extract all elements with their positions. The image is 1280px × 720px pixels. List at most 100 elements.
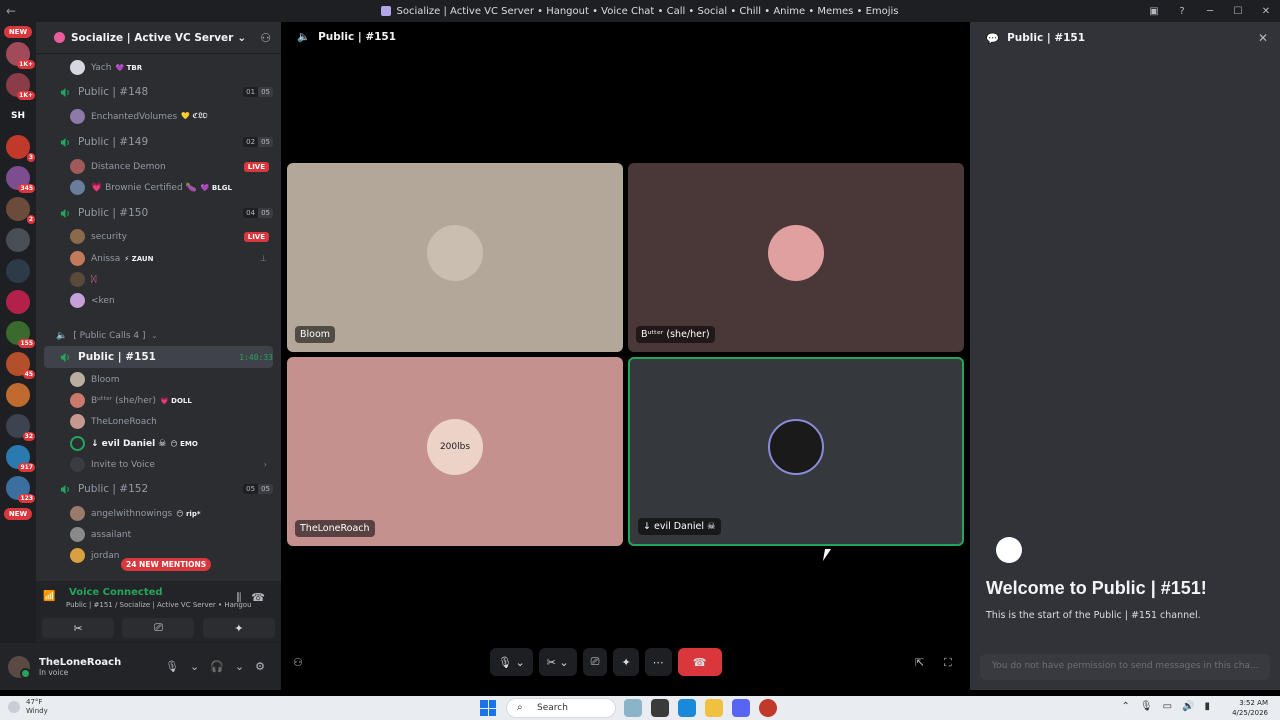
chat-bubble-icon [996, 537, 1022, 563]
new-badge-top: NEW [4, 26, 32, 38]
taskbar-clock[interactable]: 3:52 AM 4/25/2026 [1232, 698, 1268, 718]
camera-off-button[interactable]: ✂ [42, 618, 115, 638]
voice-member-speaking[interactable]: ↓ evil Daniel ☠ 😶 EMO [36, 433, 281, 454]
member-tag: ⚡ ZAUN [124, 254, 154, 263]
server-icon[interactable] [6, 259, 30, 283]
screen-share-button[interactable]: ⎚ [582, 648, 608, 676]
voice-channel-148[interactable]: Public | #148 01 05 [44, 81, 273, 103]
disconnect-icon[interactable]: ☎ [251, 591, 265, 605]
chevron-down-icon[interactable]: ⌄ [235, 660, 244, 673]
taskbar-search[interactable]: ⌕ Search [506, 698, 616, 718]
voice-member[interactable]: TheLoneRoach [36, 411, 281, 432]
battery-icon[interactable]: ▮ [1204, 701, 1210, 712]
user-count: 01 05 [243, 87, 273, 97]
inbox-icon[interactable]: ▣ [1140, 6, 1168, 17]
more-options-button[interactable]: ⋯ [644, 648, 672, 676]
voice-member[interactable]: Bloom [36, 369, 281, 390]
server-icon[interactable]: 123 [6, 476, 35, 503]
invite-to-voice[interactable]: Invite to Voice › [36, 454, 281, 475]
popout-icon[interactable]: ⇱ [915, 656, 924, 669]
chevron-down-icon[interactable]: ⌄ [190, 660, 199, 673]
mic-button[interactable]: 🎙 ⌄ [490, 648, 533, 676]
fullscreen-icon[interactable]: ⛶ [944, 656, 952, 670]
voice-member[interactable]: EnchantedVolumes 💛 ℭ𝔏𝔒 [36, 106, 281, 127]
user-avatar[interactable] [8, 655, 31, 679]
channel-start-text: This is the start of the Public | #151 c… [986, 610, 1201, 621]
weather-widget[interactable]: 47°F Windy [26, 698, 48, 716]
server-icon[interactable]: 1K+ [6, 42, 35, 69]
volume-icon[interactable]: 🔊 [1182, 701, 1194, 712]
close-window-button[interactable]: ✕ [1252, 6, 1280, 17]
message-input[interactable]: You do not have permission to send messa… [980, 654, 1270, 680]
server-icon[interactable] [6, 383, 30, 407]
voice-channel-149[interactable]: Public | #149 02 05 [44, 131, 273, 153]
voice-member[interactable]: security LIVE [36, 226, 281, 247]
video-tile[interactable]: 200lbs TheLoneRoach [287, 357, 623, 546]
close-icon[interactable]: ✕ [1258, 31, 1268, 45]
edge-icon[interactable] [678, 699, 696, 717]
app-icon[interactable] [624, 699, 642, 717]
help-icon[interactable]: ? [1168, 6, 1196, 17]
avatar [70, 251, 85, 266]
invite-people-icon[interactable]: ⚇ [293, 656, 303, 669]
add-member-icon[interactable]: ⚇ [260, 31, 271, 45]
mic-icon[interactable]: 🎙 [165, 660, 179, 673]
member-name: assailant [91, 529, 132, 540]
camera-button[interactable]: ✂ ⌄ [538, 648, 577, 676]
participant-avatar [768, 418, 824, 475]
minimize-button[interactable]: ─ [1196, 6, 1224, 17]
voice-member[interactable]: 💗 Brownie Certified 🍆 💜 BLGL [36, 177, 281, 198]
voice-channel-detail[interactable]: Public | #151 / Socialize | Active VC Se… [66, 601, 251, 609]
voice-member[interactable]: Distance Demon LIVE [36, 156, 281, 177]
voice-member[interactable]: <ken [36, 290, 281, 311]
server-icon[interactable]: 345 [6, 166, 35, 193]
screen-share-button[interactable]: ⎚ [122, 618, 195, 638]
windows-start-icon[interactable] [480, 700, 496, 716]
video-tile[interactable]: Bloom [287, 163, 623, 352]
maximize-button[interactable]: ☐ [1224, 6, 1252, 17]
headphones-icon[interactable]: 🎧 [210, 660, 224, 673]
task-view-icon[interactable] [651, 699, 669, 717]
member-name: security [91, 231, 127, 242]
server-icon[interactable]: 155 [6, 321, 35, 348]
server-icon[interactable]: 32 [6, 414, 35, 441]
video-tile[interactable]: Bᵘᵗᵗᵉʳ (she/her) [628, 163, 964, 352]
voice-member[interactable]: Yach 💜 TBR [36, 57, 281, 78]
server-icon[interactable]: 2 [6, 197, 35, 224]
server-icon[interactable]: 1K+ [6, 73, 35, 100]
voice-channel-152[interactable]: Public | #152 05 05 [44, 478, 273, 500]
back-arrow-icon[interactable]: ← [6, 4, 16, 18]
server-icon[interactable]: 917 [6, 445, 35, 472]
disconnect-call-button[interactable]: ☎ [677, 648, 722, 676]
settings-gear-icon[interactable]: ⚙ [255, 660, 265, 673]
video-tile-speaking[interactable]: ↓ evil Daniel ☠ [628, 357, 964, 546]
server-icon[interactable]: 3 [6, 135, 35, 162]
voice-connected-status[interactable]: Voice Connected [69, 587, 163, 598]
activities-button[interactable]: ✦ [202, 618, 275, 638]
server-icon[interactable] [6, 228, 30, 252]
server-icon[interactable] [6, 290, 30, 314]
file-explorer-icon[interactable] [705, 699, 723, 717]
discord-icon[interactable] [732, 699, 750, 717]
network-icon[interactable]: ▭ [1163, 701, 1172, 712]
voice-member[interactable]: angelwithnowings 😶 rip* [36, 503, 281, 524]
voice-member[interactable]: Anissa ⚡ ZAUN ⊥ [36, 248, 281, 269]
noise-suppression-icon[interactable]: ⫼ [236, 591, 241, 605]
category-public-calls[interactable]: 🔈 [ Public Calls 4 ] ⌄ [36, 326, 281, 346]
voice-member[interactable]: Bᵘᵗᵗᵉʳ (she/her) 💗 DOLL [36, 390, 281, 411]
voice-member[interactable]: assailant [36, 524, 281, 545]
voice-channel-150[interactable]: Public | #150 04 05 [44, 202, 273, 224]
window-controls: ▣ ? ─ ☐ ✕ [1140, 0, 1280, 22]
mic-tray-icon[interactable]: 🎙 [1140, 701, 1153, 712]
user-name[interactable]: TheLoneRoach [39, 657, 165, 668]
new-mentions-pill[interactable]: 24 NEW MENTIONS [121, 558, 212, 571]
server-icon[interactable]: 45 [6, 352, 35, 379]
voice-channel-151[interactable]: Public | #151 1:40:33 [44, 346, 273, 368]
activities-button[interactable]: ✦ [613, 648, 639, 676]
chevron-up-icon[interactable]: ⌃ [1121, 701, 1129, 712]
guild-header[interactable]: Socialize | Active VC Server • Han... ⌄ … [36, 22, 281, 54]
chrome-icon[interactable] [759, 699, 777, 717]
server-icon-sh[interactable]: SH [6, 104, 30, 128]
voice-member[interactable]: ᛞ [36, 269, 281, 290]
channel-name: Public | #152 [78, 483, 149, 495]
